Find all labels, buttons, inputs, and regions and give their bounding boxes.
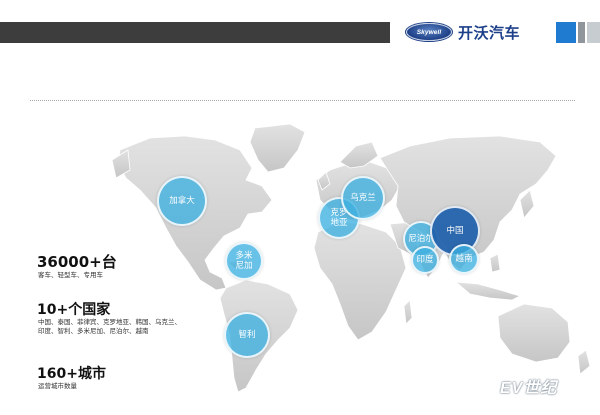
- australia-shape: [497, 303, 571, 363]
- indonesia-shape: [454, 281, 522, 301]
- bubble-chile: 智利: [224, 312, 270, 358]
- bubble-india: 印度: [411, 246, 439, 274]
- bubble-dominica: 多米 尼加: [225, 242, 263, 280]
- madagascar-shape: [403, 299, 413, 325]
- bubble-canada: 加拿大: [157, 176, 207, 226]
- stat-cities-desc: 运营城市数量: [38, 382, 77, 390]
- africa-shape: [313, 221, 407, 341]
- philippines-shape: [489, 253, 501, 273]
- ev-century-watermark: EV世纪: [500, 380, 558, 397]
- greenland-shape: [249, 123, 306, 173]
- new-zealand-shape: [577, 349, 591, 375]
- world-map: [111, 123, 591, 393]
- stat-countries-desc: 中国、泰国、菲律宾、克罗地亚、韩国、乌克兰、 印度、智利、多米尼加、尼泊尔、越南: [38, 318, 181, 335]
- japan-shape: [519, 189, 535, 219]
- stat-vehicles-desc: 客车、轻型车、专用车: [38, 271, 103, 279]
- bubble-vietnam: 越南: [449, 244, 479, 274]
- bubble-ukraine: 乌克兰: [341, 176, 385, 220]
- stat-vehicles-value: 36000+台: [37, 253, 117, 271]
- stat-countries-value: 10+个国家: [37, 302, 111, 318]
- stat-cities-value: 160+城市: [37, 366, 106, 382]
